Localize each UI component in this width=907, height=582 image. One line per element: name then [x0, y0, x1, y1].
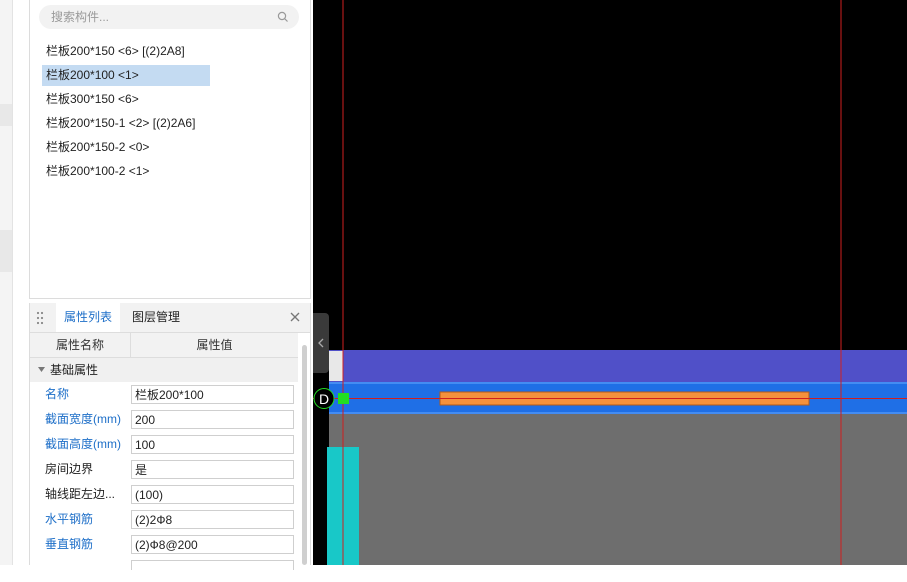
property-value-field[interactable]: (100) [131, 485, 294, 504]
component-list-item-selected[interactable]: 栏板200*100 <1> [42, 65, 210, 86]
drag-handle-icon[interactable] [35, 310, 45, 326]
floor-region [329, 414, 907, 565]
property-value-field[interactable]: 栏板200*100 [131, 385, 294, 404]
property-value-field[interactable]: 是 [131, 460, 294, 479]
search-input[interactable] [51, 5, 261, 29]
component-list-item[interactable]: 栏板200*150 <6> [(2)2A8] [42, 41, 189, 62]
property-name: 水平钢筋 [45, 512, 94, 526]
column-header-value: 属性值 [131, 333, 298, 358]
property-name: 截面高度(mm) [45, 437, 121, 451]
slab-edge-white [329, 351, 343, 381]
property-row-partial [30, 557, 298, 582]
property-row: 名称 栏板200*100 [30, 382, 298, 407]
slab-upper-band[interactable] [329, 350, 907, 382]
property-name: 垂直钢筋 [45, 537, 94, 551]
component-list-panel: 栏板200*150 <6> [(2)2A8] 栏板200*100 <1> 栏板3… [29, 0, 311, 299]
property-row: 截面高度(mm) 100 [30, 432, 298, 457]
property-row: 垂直钢筋 (2)Ф8@200 [30, 532, 298, 557]
property-value-field[interactable]: 200 [131, 410, 294, 429]
left-panel-segment [0, 230, 12, 272]
component-list-item[interactable]: 栏板200*100-2 <1> [42, 161, 153, 182]
axis-label-d: D [318, 391, 330, 407]
section-row-basic[interactable]: 基础属性 [30, 358, 298, 382]
left-panel-segment [0, 104, 12, 126]
component-list-item[interactable]: 栏板200*150-1 <2> [(2)2A6] [42, 113, 199, 134]
grip-point-marker[interactable] [338, 393, 349, 404]
property-value-field[interactable]: (2)Ф8@200 [131, 535, 294, 554]
property-name: 房间边界 [45, 462, 94, 476]
search-icon[interactable] [277, 11, 289, 23]
chevron-left-icon [318, 338, 324, 348]
property-value-field[interactable] [131, 560, 294, 570]
property-row: 轴线距左边... (100) [30, 482, 298, 507]
property-panel-tabbar: 属性列表 图层管理 [30, 303, 310, 333]
section-title: 基础属性 [50, 363, 99, 377]
component-list-item[interactable]: 栏板200*150-2 <0> [42, 137, 153, 158]
tab-layer-management[interactable]: 图层管理 [124, 303, 188, 332]
property-name: 名称 [45, 387, 70, 401]
search-box[interactable] [39, 5, 299, 29]
component-list-item[interactable]: 栏板300*150 <6> [42, 89, 143, 110]
panel-collapse-button[interactable] [313, 313, 329, 373]
property-value-field[interactable]: (2)2Ф8 [131, 510, 294, 529]
property-name: 轴线距左边... [45, 487, 116, 501]
property-value-field[interactable]: 100 [131, 435, 294, 454]
drawing-canvas[interactable]: D [313, 0, 907, 565]
property-row: 房间边界 是 [30, 457, 298, 482]
left-side-panel [0, 0, 13, 565]
property-panel: 属性列表 图层管理 属性名称 属性值 基础属性 名称 栏板200*100 截面宽… [29, 303, 311, 570]
collapse-triangle-icon[interactable] [38, 367, 45, 373]
property-name: 截面宽度(mm) [45, 412, 121, 426]
property-scrollbar[interactable] [302, 345, 307, 565]
column-header-name: 属性名称 [30, 333, 131, 358]
property-row: 水平钢筋 (2)2Ф8 [30, 507, 298, 532]
property-row: 截面宽度(mm) 200 [30, 407, 298, 432]
close-icon[interactable] [288, 310, 302, 324]
tab-property-list[interactable]: 属性列表 [56, 303, 121, 332]
canvas-drawing [313, 0, 907, 565]
